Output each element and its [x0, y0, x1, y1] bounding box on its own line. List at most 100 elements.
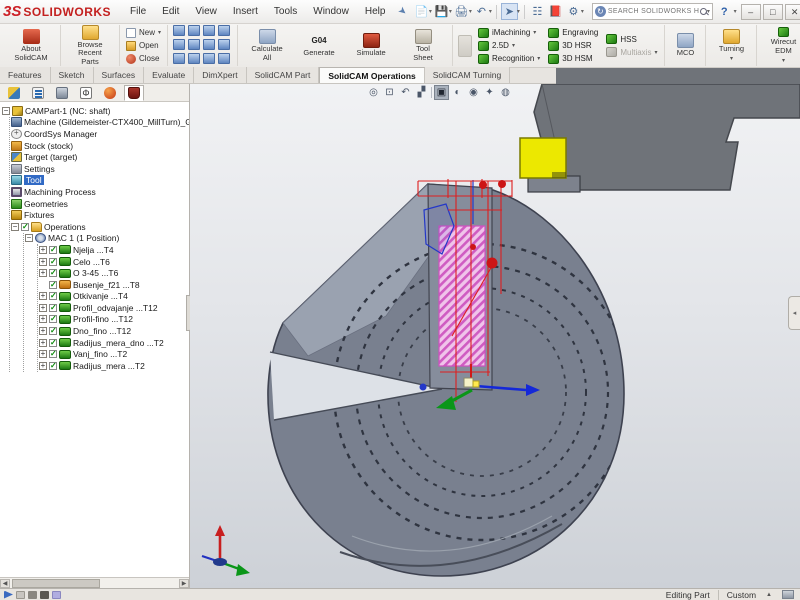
status-icon-3[interactable] [28, 591, 37, 599]
section-view-icon[interactable]: ▞ [414, 85, 429, 100]
tab-sketch[interactable]: Sketch [51, 67, 94, 83]
collapse-box[interactable] [25, 234, 33, 242]
hsr-3d-button[interactable]: 3D HSR [546, 40, 600, 52]
maximize-button[interactable] [763, 4, 783, 20]
menu-view[interactable]: View [188, 3, 224, 20]
simulate-button[interactable]: Simulate [345, 32, 397, 59]
help-dropdown-arrow[interactable]: ▾ [734, 8, 737, 15]
tree-op-3[interactable]: O 3-45 ...T6 [39, 267, 189, 279]
tab-evaluate[interactable]: Evaluate [144, 67, 194, 83]
solidcam-tool-icon[interactable] [173, 53, 185, 64]
tree-op-2[interactable]: Celo ...T6 [39, 256, 189, 268]
solidcam-tool-icon[interactable] [218, 39, 230, 50]
help-book-icon[interactable]: 📕 [547, 3, 564, 20]
tab-solidcam-turning[interactable]: SolidCAM Turning [425, 67, 511, 83]
solidcam-tool-icon[interactable] [218, 25, 230, 36]
pin-menu-icon[interactable]: ➤ [396, 5, 409, 19]
menu-insert[interactable]: Insert [226, 3, 265, 20]
undo-icon[interactable]: ↶ [473, 3, 490, 20]
open-button[interactable]: Open [123, 40, 164, 52]
menu-file[interactable]: File [123, 3, 153, 20]
menu-edit[interactable]: Edit [155, 3, 186, 20]
apply-scene-icon[interactable]: ◍ [498, 85, 513, 100]
options-dropdown-arrow[interactable]: ▾ [581, 8, 584, 15]
tool-sheet-button[interactable]: Tool Sheet [397, 28, 449, 63]
tree-op-6[interactable]: Profil_odvajanje ...T12 [39, 302, 189, 314]
turning-dropdown-arrow[interactable]: ▾ [730, 55, 733, 62]
op-checkbox-checked[interactable] [49, 339, 57, 347]
close-button[interactable] [785, 4, 800, 20]
select-dropdown-arrow[interactable]: ▾ [517, 8, 520, 15]
collapse-box[interactable] [11, 223, 19, 231]
solidcam-tool-icon[interactable] [188, 53, 200, 64]
op-2-5d-button[interactable]: 2.5D ▾ [476, 40, 542, 52]
tree-item-stock[interactable]: Stock (stock) [11, 140, 189, 152]
print-icon[interactable]: 🖨 [453, 3, 470, 20]
solidcam-tool-icon[interactable] [203, 39, 215, 50]
tree-op-11[interactable]: Radijus_mera ...T2 [39, 360, 189, 372]
calculate-all-button[interactable]: Calculate All [241, 28, 293, 63]
solidcam-tool-icon[interactable] [173, 25, 185, 36]
solidcam-manager-tab[interactable] [124, 85, 144, 101]
new-dropdown-arrow[interactable]: ▾ [429, 8, 432, 15]
tree-item-target[interactable]: Target (target) [11, 151, 189, 163]
operations-checkbox-checked[interactable] [21, 223, 29, 231]
tree-op-4[interactable]: Busenje_f21 ...T8 [39, 279, 189, 291]
tab-solidcam-part[interactable]: SolidCAM Part [247, 67, 320, 83]
zoom-area-icon[interactable]: ⊡ [382, 85, 397, 100]
take-snapshot-icon[interactable]: ☷ [529, 3, 546, 20]
wirecut-dropdown-arrow[interactable]: ▾ [782, 57, 785, 64]
tree-item-coordsys-manager[interactable]: CoordSys Manager [11, 128, 189, 140]
dimxpertmanager-tab[interactable]: Φ [76, 85, 96, 101]
featuremanager-tab[interactable] [4, 85, 24, 101]
new-part-dropdown-arrow[interactable]: ▾ [158, 29, 161, 36]
tree-op-7[interactable]: Profil-fino ...T12 [39, 314, 189, 326]
tree-item-mac1[interactable]: MAC 1 (1 Position) [25, 233, 189, 245]
tree-item-settings[interactable]: Settings [11, 163, 189, 175]
options-gear-icon[interactable]: ⚙ [565, 3, 582, 20]
op-checkbox-checked[interactable] [49, 292, 57, 300]
save-icon[interactable]: 💾 [433, 3, 450, 20]
tree-item-fixtures[interactable]: Fixtures [11, 209, 189, 221]
magnifier-icon[interactable] [699, 7, 709, 17]
tree-item-tool[interactable]: Tool [11, 175, 189, 187]
menu-tools[interactable]: Tools [267, 3, 304, 20]
solidcam-tool-icon[interactable] [188, 39, 200, 50]
status-icon-1[interactable] [4, 591, 13, 599]
previous-view-icon[interactable]: ↶ [398, 85, 413, 100]
scrollbar-thumb[interactable] [12, 579, 100, 588]
tree-item-machining-process[interactable]: Machining Process [11, 186, 189, 198]
solidcam-tool-icon[interactable] [203, 53, 215, 64]
tab-solidcam-operations[interactable]: SolidCAM Operations [319, 67, 424, 83]
units-selector[interactable]: Custom [727, 590, 756, 600]
turning-button[interactable]: Turning ▾ [709, 28, 753, 63]
solidcam-tool-icon[interactable] [173, 39, 185, 50]
new-document-icon[interactable]: 📄 [413, 3, 430, 20]
tree-op-8[interactable]: Dno_fino ...T12 [39, 325, 189, 337]
solidcam-tool-icon[interactable] [218, 53, 230, 64]
expand-box[interactable] [39, 269, 47, 277]
hss-button[interactable]: HSS [604, 33, 659, 45]
close-part-button[interactable]: Close [123, 53, 164, 65]
op-checkbox-checked[interactable] [49, 281, 57, 289]
search-input[interactable] [608, 8, 699, 15]
imachining-dropdown-arrow[interactable]: ▾ [533, 29, 536, 36]
recognition-button[interactable]: Recognition ▾ [476, 53, 542, 65]
task-pane-collapse-tab[interactable]: ◂ [788, 296, 800, 330]
op-checkbox-checked[interactable] [49, 350, 57, 358]
recognition-dropdown-arrow[interactable]: ▾ [537, 55, 540, 62]
tree-op-10[interactable]: Vanj_fino ...T2 [39, 348, 189, 360]
expand-box[interactable] [39, 258, 47, 266]
zoom-fit-icon[interactable]: ◎ [366, 85, 381, 100]
expand-box[interactable] [39, 327, 47, 335]
propertymanager-tab[interactable] [28, 85, 48, 101]
units-dropdown-arrow[interactable]: ▲ [766, 592, 772, 598]
help-button[interactable]: ? [715, 6, 734, 18]
solidcam-tool-icon[interactable] [188, 25, 200, 36]
status-icon-5[interactable] [52, 591, 61, 599]
generate-button[interactable]: G04 Generate [293, 32, 345, 59]
display-style-icon[interactable]: ◐ [450, 85, 465, 100]
expand-box[interactable] [39, 292, 47, 300]
scroll-left-arrow[interactable]: ◀ [0, 579, 10, 588]
menu-help[interactable]: Help [358, 3, 393, 20]
